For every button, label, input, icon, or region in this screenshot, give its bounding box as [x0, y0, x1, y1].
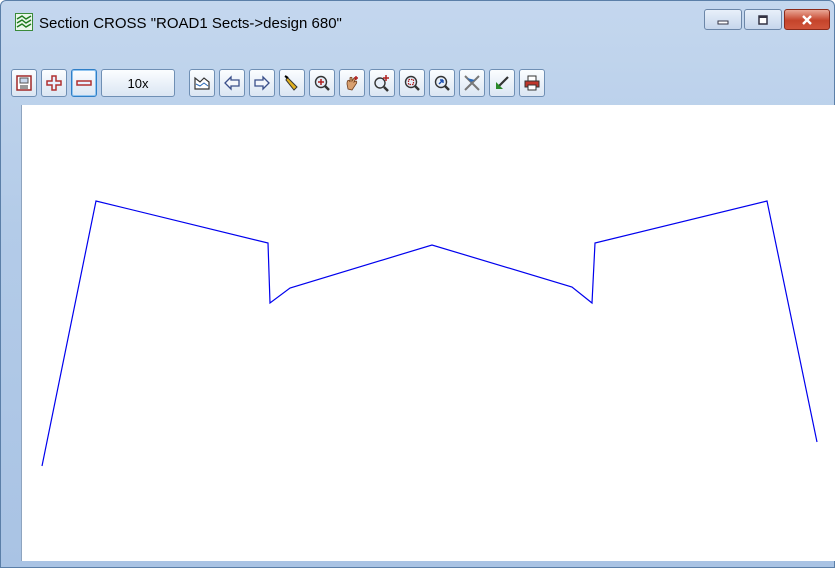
zoom-factor-button[interactable]: 10x [101, 69, 175, 97]
toolbar: 10x [11, 67, 549, 99]
print-icon [524, 75, 540, 91]
pick-icon [284, 75, 298, 91]
zoom-window-icon [404, 75, 420, 91]
save-section-button[interactable] [11, 69, 37, 97]
profile-icon [194, 76, 210, 90]
pan-hand-icon [346, 76, 358, 91]
pan-hand-button[interactable] [339, 69, 365, 97]
minimize-icon [717, 20, 729, 24]
close-button[interactable] [784, 9, 830, 30]
title-bar[interactable]: Section CROSS "ROAD1 Sects->design 680" [1, 1, 834, 59]
zoom-out-minus-button[interactable] [71, 69, 97, 97]
minimize-button[interactable] [704, 9, 742, 30]
zoom-window-button[interactable] [399, 69, 425, 97]
cross-section-plot [41, 200, 818, 467]
zoom-in-plus-icon [46, 75, 62, 91]
window-title: Section CROSS "ROAD1 Sects->design 680" [39, 15, 342, 32]
profile-button[interactable] [189, 69, 215, 97]
cursor-cross-icon [464, 75, 480, 91]
zoom-previous-button[interactable] [429, 69, 455, 97]
zoom-center-icon [314, 75, 330, 91]
close-icon [802, 14, 812, 25]
pick-back-icon [496, 76, 509, 89]
pick-back-button[interactable] [489, 69, 515, 97]
section-view-icon [15, 13, 33, 31]
arrow-right-button[interactable] [249, 69, 275, 97]
zoom-previous-icon [434, 75, 450, 91]
zoom-center-button[interactable] [309, 69, 335, 97]
zoom-in-plus-button[interactable] [41, 69, 67, 97]
cross-section-line [41, 200, 818, 467]
arrow-left-icon [224, 75, 240, 91]
arrow-left-button[interactable] [219, 69, 245, 97]
zoom-out-minus-icon [76, 80, 92, 86]
print-button[interactable] [519, 69, 545, 97]
pick-button[interactable] [279, 69, 305, 97]
cursor-cross-button[interactable] [459, 69, 485, 97]
arrow-right-icon [254, 75, 270, 91]
restore-button[interactable] [744, 9, 782, 30]
zoom-plus-icon [374, 75, 389, 92]
restore-icon [758, 14, 768, 25]
save-section-icon [16, 75, 32, 91]
zoom-plus-button[interactable] [369, 69, 395, 97]
section-canvas[interactable] [21, 105, 835, 561]
section-window: Section CROSS "ROAD1 Sects->design 680" … [0, 0, 835, 568]
